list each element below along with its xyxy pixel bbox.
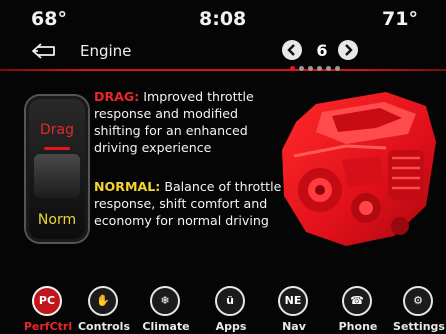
drag-mode-label: Drag bbox=[39, 122, 74, 138]
nav-icon-glyph: PC bbox=[38, 294, 56, 307]
clock: 8:08 bbox=[199, 8, 247, 30]
header-divider bbox=[0, 69, 446, 71]
nav-item-controls[interactable]: ✋ Controls bbox=[74, 278, 134, 334]
nav-item-nav[interactable]: NE Nav bbox=[264, 278, 324, 334]
page-dot bbox=[326, 66, 331, 71]
nav-icon-glyph: NE bbox=[284, 294, 302, 307]
outside-temp-left: 68° bbox=[31, 8, 67, 30]
nav-label: Settings bbox=[393, 320, 445, 333]
nav-item-climate[interactable]: ❄ Climate bbox=[136, 278, 196, 334]
nav-label: Climate bbox=[142, 320, 190, 333]
page-dot bbox=[308, 66, 313, 71]
page-number: 6 bbox=[316, 41, 328, 60]
status-bar: 68° 8:08 71° bbox=[0, 0, 446, 38]
chevron-right-icon bbox=[345, 44, 353, 56]
next-page-button[interactable] bbox=[338, 40, 358, 60]
engine-illustration bbox=[282, 92, 436, 246]
back-arrow-icon[interactable] bbox=[30, 42, 56, 60]
selected-mode-bar bbox=[44, 147, 70, 150]
nav-icon-glyph: ü bbox=[226, 294, 234, 307]
bottom-nav-bar: PC PerfCtrl ✋ Controls ❄ Climate ü Apps NE Nav ☎ Ph… bbox=[0, 278, 446, 334]
normal-key: NORMAL: bbox=[94, 179, 161, 194]
page-indicator bbox=[282, 66, 362, 74]
nav-icon-glyph: ⚙ bbox=[413, 294, 423, 307]
page-dot bbox=[299, 66, 304, 71]
page-dot bbox=[335, 66, 340, 71]
page-title: Engine bbox=[80, 42, 132, 60]
nav-item-phone[interactable]: ☎ Phone bbox=[328, 278, 388, 334]
page-pager: 6 bbox=[282, 38, 362, 64]
normal-mode-label: Norm bbox=[37, 212, 77, 228]
chevron-left-icon bbox=[287, 44, 295, 56]
controls-hand-icon: ✋ bbox=[88, 286, 118, 316]
nav-label: Nav bbox=[282, 320, 306, 333]
drag-description: DRAG: Improved throttle response and mod… bbox=[94, 88, 284, 156]
switch-knob[interactable] bbox=[34, 154, 80, 198]
page-dot bbox=[290, 66, 295, 71]
mode-switch[interactable]: Drag Norm bbox=[26, 96, 88, 242]
prev-page-button[interactable] bbox=[282, 40, 302, 60]
page-dot bbox=[317, 66, 322, 71]
outside-temp-right: 71° bbox=[382, 8, 418, 30]
phone-icon: ☎ bbox=[342, 286, 372, 316]
climate-fan-icon: ❄ bbox=[150, 286, 180, 316]
compass-icon: NE bbox=[278, 286, 308, 316]
gear-icon: ⚙ bbox=[403, 286, 433, 316]
nav-icon-glyph: ☎ bbox=[350, 294, 364, 307]
nav-icon-glyph: ✋ bbox=[96, 294, 110, 307]
nav-icon-glyph: ❄ bbox=[160, 294, 170, 307]
nav-item-settings[interactable]: ⚙ Settings bbox=[389, 278, 446, 334]
perf-control-icon: PC bbox=[32, 286, 62, 316]
drag-key: DRAG: bbox=[94, 89, 140, 104]
nav-item-apps[interactable]: ü Apps bbox=[201, 278, 261, 334]
page-header: Engine 6 bbox=[0, 38, 446, 66]
nav-label: Apps bbox=[215, 320, 247, 333]
normal-description: NORMAL: Balance of throttle response, sh… bbox=[94, 178, 284, 229]
apps-icon: ü bbox=[215, 286, 245, 316]
